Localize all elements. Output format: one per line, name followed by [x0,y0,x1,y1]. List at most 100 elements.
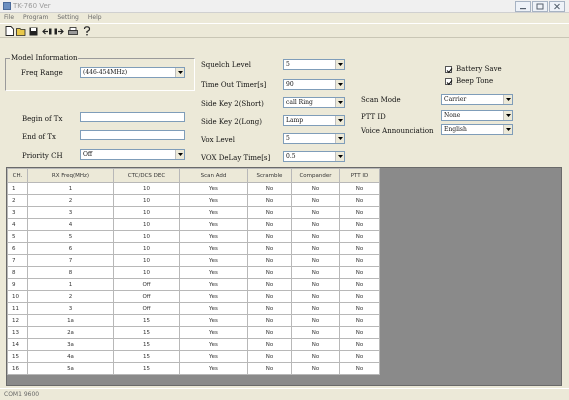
cell-scramble[interactable]: No [247,194,292,207]
table-row[interactable]: 11 3 Off Yes No No No [7,302,380,315]
cell-rx-freq[interactable]: 5a [27,362,114,375]
cell-ch[interactable]: 1 [7,182,28,195]
cell-ch[interactable]: 12 [7,314,28,327]
end-of-tx-input[interactable] [80,130,185,140]
cell-scramble[interactable]: No [247,230,292,243]
cell-ptt-id[interactable]: No [339,362,380,375]
menu-file[interactable]: File [4,13,14,23]
cell-rx-freq[interactable]: 3a [27,338,114,351]
table-row[interactable]: 8 8 10 Yes No No No [7,266,380,279]
cell-scan-add[interactable]: Yes [179,278,248,291]
maximize-icon[interactable] [532,1,548,12]
battery-save-checkbox[interactable]: Battery Save [445,65,502,73]
cell-ch[interactable]: 16 [7,362,28,375]
cell-scramble[interactable]: No [247,326,292,339]
cell-compander[interactable]: No [291,218,340,231]
table-row[interactable]: 16 5a 15 Yes No No No [7,362,380,375]
chevron-down-icon[interactable] [175,150,184,159]
cell-scramble[interactable]: No [247,362,292,375]
cell-ch[interactable]: 2 [7,194,28,207]
table-row[interactable]: 10 2 Off Yes No No No [7,290,380,303]
cell-compander[interactable]: No [291,182,340,195]
table-row[interactable]: 5 5 10 Yes No No No [7,230,380,243]
cell-rx-freq[interactable]: 7 [27,254,114,267]
table-row[interactable]: 13 2a 15 Yes No No No [7,326,380,339]
chevron-down-icon[interactable] [335,116,344,125]
sidekey-short-dropdown[interactable]: call Ring [283,97,345,108]
cell-rx-freq[interactable]: 1 [27,182,114,195]
cell-ctcdcs[interactable]: 10 [113,254,180,267]
cell-rx-freq[interactable]: 4a [27,350,114,363]
cell-ch[interactable]: 4 [7,218,28,231]
close-icon[interactable] [549,1,565,12]
cell-scan-add[interactable]: Yes [179,218,248,231]
cell-scan-add[interactable]: Yes [179,350,248,363]
cell-scramble[interactable]: No [247,290,292,303]
cell-scan-add[interactable]: Yes [179,338,248,351]
cell-ctcdcs[interactable]: 15 [113,350,180,363]
cell-ch[interactable]: 7 [7,254,28,267]
cell-ptt-id[interactable]: No [339,314,380,327]
col-header-scan-add[interactable]: Scan Add [179,168,248,183]
cell-scan-add[interactable]: Yes [179,194,248,207]
cell-scan-add[interactable]: Yes [179,242,248,255]
cell-ptt-id[interactable]: No [339,278,380,291]
table-row[interactable]: 15 4a 15 Yes No No No [7,350,380,363]
table-row[interactable]: 12 1a 15 Yes No No No [7,314,380,327]
cell-ptt-id[interactable]: No [339,254,380,267]
cell-scramble[interactable]: No [247,242,292,255]
cell-ch[interactable]: 3 [7,206,28,219]
cell-scramble[interactable]: No [247,338,292,351]
freq-range-dropdown[interactable]: (446-454MHz) [80,67,185,78]
cell-scan-add[interactable]: Yes [179,266,248,279]
squelch-dropdown[interactable]: 5 [283,59,345,70]
tot-dropdown[interactable]: 90 [283,79,345,90]
chevron-down-icon[interactable] [503,95,512,104]
chevron-down-icon[interactable] [335,152,344,161]
chevron-down-icon[interactable] [335,134,344,143]
cell-compander[interactable]: No [291,314,340,327]
cell-scan-add[interactable]: Yes [179,326,248,339]
cell-ptt-id[interactable]: No [339,290,380,303]
cell-ctcdcs[interactable]: 15 [113,326,180,339]
menu-program[interactable]: Program [23,13,48,23]
cell-scan-add[interactable]: Yes [179,290,248,303]
chevron-down-icon[interactable] [503,125,512,134]
write-radio-icon[interactable] [54,26,64,36]
cell-ch[interactable]: 8 [7,266,28,279]
beep-tone-checkbox[interactable]: Beep Tone [445,77,493,85]
cell-ch[interactable]: 5 [7,230,28,243]
table-row[interactable]: 6 6 10 Yes No No No [7,242,380,255]
cell-ctcdcs[interactable]: 10 [113,230,180,243]
cell-compander[interactable]: No [291,230,340,243]
cell-ctcdcs[interactable]: 15 [113,362,180,375]
cell-ch[interactable]: 9 [7,278,28,291]
menu-setting[interactable]: Setting [57,13,78,23]
cell-compander[interactable]: No [291,326,340,339]
print-icon[interactable] [68,26,78,36]
cell-ctcdcs[interactable]: 15 [113,314,180,327]
cell-ctcdcs[interactable]: 10 [113,266,180,279]
cell-scramble[interactable]: No [247,302,292,315]
cell-ctcdcs[interactable]: 10 [113,242,180,255]
vox-level-dropdown[interactable]: 5 [283,133,345,144]
cell-ptt-id[interactable]: No [339,230,380,243]
cell-ptt-id[interactable]: No [339,350,380,363]
about-help-icon[interactable] [82,26,92,36]
col-header-ctcdcs[interactable]: CTC/DCS DEC [113,168,180,183]
cell-rx-freq[interactable]: 1a [27,314,114,327]
cell-compander[interactable]: No [291,206,340,219]
cell-rx-freq[interactable]: 4 [27,218,114,231]
cell-scramble[interactable]: No [247,266,292,279]
cell-ctcdcs[interactable]: 10 [113,182,180,195]
cell-ch[interactable]: 11 [7,302,28,315]
cell-compander[interactable]: No [291,338,340,351]
save-disk-icon[interactable] [28,26,38,36]
cell-rx-freq[interactable]: 1 [27,278,114,291]
cell-ch[interactable]: 10 [7,290,28,303]
cell-compander[interactable]: No [291,290,340,303]
cell-compander[interactable]: No [291,362,340,375]
sidekey-long-dropdown[interactable]: Lamp [283,115,345,126]
cell-rx-freq[interactable]: 5 [27,230,114,243]
cell-ptt-id[interactable]: No [339,338,380,351]
